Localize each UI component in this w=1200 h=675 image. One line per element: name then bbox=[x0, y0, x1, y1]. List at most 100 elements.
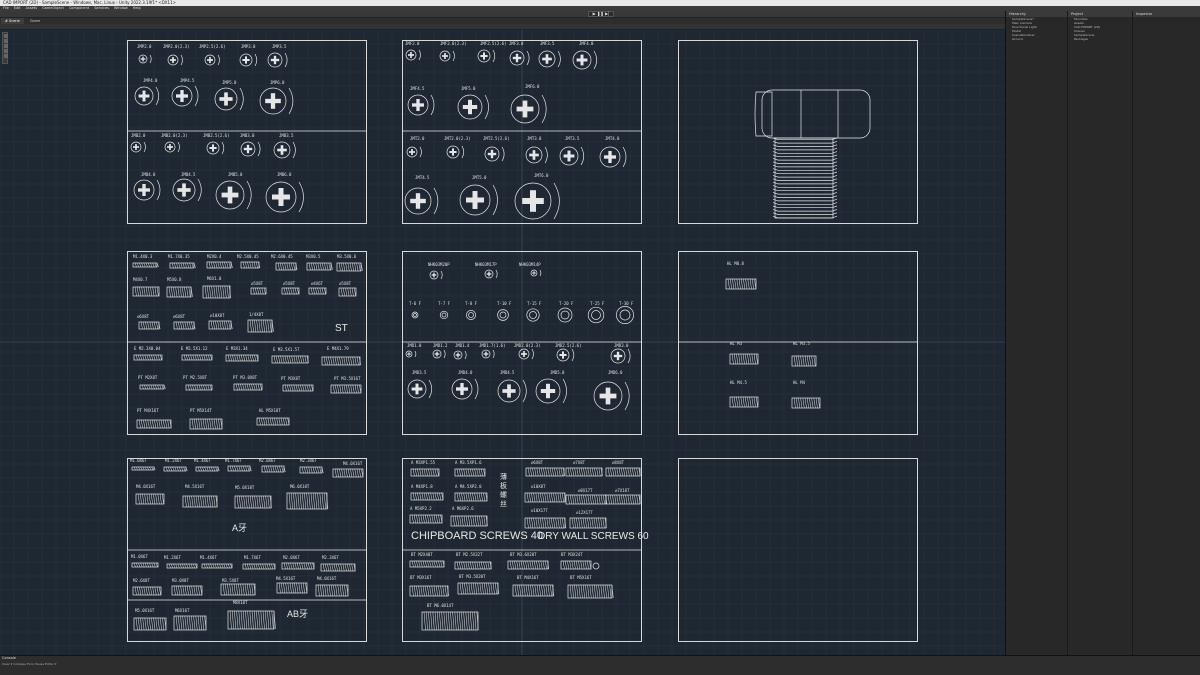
thread-line bbox=[285, 417, 288, 426]
thread-line bbox=[235, 383, 238, 391]
thread-line bbox=[560, 467, 563, 477]
screw-profile bbox=[217, 54, 220, 66]
thread-line bbox=[344, 584, 347, 597]
bolt-thread-line bbox=[772, 198, 838, 202]
torx-head-icon bbox=[497, 309, 509, 321]
thread-line bbox=[349, 287, 352, 297]
thread-line bbox=[523, 584, 526, 597]
thread-line bbox=[461, 611, 464, 631]
thread-line bbox=[196, 418, 199, 430]
thread-line bbox=[249, 495, 252, 509]
thread-line bbox=[300, 582, 303, 594]
screw-profile bbox=[541, 94, 547, 124]
thread-line bbox=[308, 384, 311, 392]
thread-line bbox=[205, 563, 208, 569]
part-label: M3.5X8T bbox=[222, 578, 239, 583]
thread-line bbox=[175, 585, 178, 596]
thread-line bbox=[292, 562, 295, 570]
part-label: M2.6X8T bbox=[133, 578, 150, 583]
thread-line bbox=[294, 562, 297, 570]
part-label: A M4XP1.8 bbox=[411, 484, 433, 489]
bolt-thread-line bbox=[772, 215, 838, 219]
thread-line bbox=[240, 610, 243, 630]
thread-line bbox=[535, 492, 538, 503]
thread-line bbox=[463, 611, 466, 631]
thread-line bbox=[354, 468, 357, 478]
thread-line bbox=[576, 467, 579, 477]
thread-line bbox=[529, 560, 532, 570]
thread-line bbox=[226, 285, 229, 299]
thread-line bbox=[193, 615, 196, 631]
thread-line bbox=[276, 417, 279, 426]
part-label: M2.5X0.45 bbox=[237, 254, 259, 259]
thread-line bbox=[618, 467, 621, 477]
thread-line bbox=[329, 563, 332, 572]
thread-line bbox=[534, 584, 537, 597]
thread-line bbox=[479, 582, 482, 595]
thread-line bbox=[196, 384, 199, 391]
thread-line bbox=[596, 467, 599, 477]
thread-line bbox=[298, 582, 301, 594]
thread-line bbox=[430, 611, 433, 631]
thread-line bbox=[804, 397, 807, 409]
hierarchy-item[interactable]: Ground bbox=[1006, 37, 1067, 41]
thread-line bbox=[466, 582, 469, 595]
thread-line bbox=[458, 561, 461, 570]
thread-line bbox=[139, 262, 142, 268]
thread-line bbox=[234, 610, 237, 630]
part-label: M3.5X0.6 bbox=[337, 254, 357, 259]
thread-line bbox=[140, 617, 143, 631]
thread-line bbox=[793, 397, 796, 409]
thread-line bbox=[251, 261, 254, 269]
thread-line bbox=[278, 582, 281, 594]
console-toolbar[interactable]: Clear ▾ Collapse Error Pause Editor ▾ bbox=[2, 662, 56, 666]
thread-line bbox=[416, 514, 419, 524]
thread-line bbox=[319, 492, 322, 510]
thread-line bbox=[514, 584, 517, 597]
part-label: JMF6.0 bbox=[525, 84, 540, 89]
thread-line bbox=[284, 384, 287, 392]
thread-line bbox=[527, 584, 530, 597]
thread-line bbox=[263, 495, 266, 509]
screw-profile bbox=[194, 85, 199, 107]
thread-line bbox=[256, 495, 259, 509]
thread-line bbox=[418, 514, 421, 524]
part-label: T-7 F bbox=[438, 301, 451, 306]
inspector-title[interactable]: Inspector bbox=[1133, 11, 1200, 17]
thread-line bbox=[191, 615, 194, 631]
bolt-thread-line bbox=[772, 202, 838, 205]
part-label: JMD3.0 bbox=[614, 343, 629, 348]
thread-line bbox=[160, 419, 163, 429]
thread-line bbox=[153, 617, 156, 631]
thread-line bbox=[589, 517, 592, 529]
screw-profile bbox=[298, 181, 304, 213]
thread-line bbox=[135, 354, 138, 361]
thread-line bbox=[574, 467, 577, 477]
screw-profile bbox=[461, 145, 465, 159]
thread-line bbox=[354, 262, 357, 272]
part-label: BT M3.5X20T bbox=[459, 574, 486, 579]
bolt-head-icon bbox=[761, 89, 871, 139]
thread-line bbox=[472, 611, 475, 631]
project-item[interactable]: Packages bbox=[1068, 37, 1132, 41]
thread-line bbox=[326, 584, 329, 597]
part-label: M2.0X6T bbox=[283, 555, 300, 560]
thread-line bbox=[470, 515, 473, 527]
thread-line bbox=[197, 466, 200, 472]
screw-profile bbox=[553, 182, 560, 220]
part-label: JMF2.5(2.6) bbox=[480, 41, 507, 46]
thread-line bbox=[248, 383, 251, 391]
thread-line bbox=[337, 584, 340, 597]
thread-line bbox=[616, 494, 619, 505]
thread-line bbox=[202, 615, 205, 631]
console-tab[interactable]: Console bbox=[2, 656, 16, 661]
part-label: JMB2.0(2.3) bbox=[161, 133, 188, 138]
thread-line bbox=[168, 286, 171, 298]
thread-line bbox=[308, 262, 311, 271]
thread-line bbox=[199, 466, 202, 472]
thread-line bbox=[422, 514, 425, 524]
thread-line bbox=[206, 285, 209, 299]
thread-line bbox=[229, 465, 232, 472]
thread-line bbox=[518, 560, 521, 570]
thread-line bbox=[261, 287, 264, 295]
